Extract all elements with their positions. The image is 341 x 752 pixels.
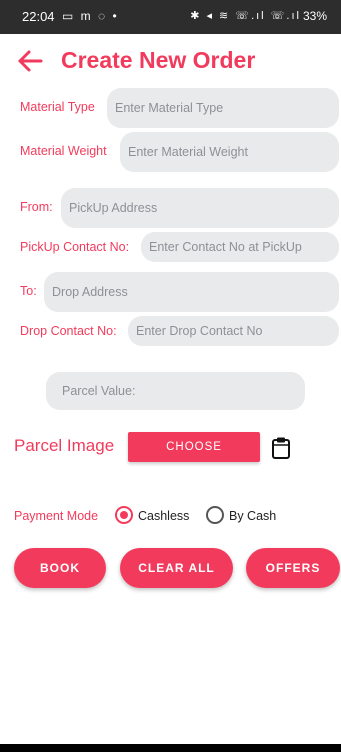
- from-label: From:: [20, 200, 53, 214]
- clipboard-icon[interactable]: [270, 436, 292, 460]
- status-bar: 22:04 ▭ m ◌ • ✱ ◂ ≋ ☏.ıl ☏.ıl 33%: [0, 0, 341, 34]
- to-row: To:: [0, 272, 341, 312]
- by-cash-radio[interactable]: [206, 506, 224, 524]
- page-title: Create New Order: [61, 47, 256, 73]
- arrow-left-icon[interactable]: [16, 47, 44, 75]
- material-weight-row: Material Weight: [0, 132, 341, 172]
- header: Create New Order: [0, 34, 341, 88]
- pickup-address-input[interactable]: [61, 188, 339, 228]
- status-time: 22:04: [22, 9, 55, 24]
- pickup-contact-label: PickUp Contact No:: [20, 240, 130, 254]
- offers-button[interactable]: OFFERS: [246, 548, 340, 588]
- drop-contact-input[interactable]: [128, 316, 339, 346]
- signal-icons: ✱ ◂ ≋ ☏.ıl ☏.ıl: [190, 10, 301, 22]
- cashless-radio[interactable]: [115, 506, 133, 524]
- clear-all-button[interactable]: CLEAR ALL: [120, 548, 233, 588]
- material-type-row: Material Type: [0, 88, 341, 128]
- choose-image-button[interactable]: CHOOSE: [128, 432, 260, 462]
- drop-contact-row: Drop Contact No:: [0, 316, 341, 346]
- battery-level: 33%: [302, 9, 327, 23]
- payment-mode-row: Payment Mode Cashless By Cash: [0, 504, 341, 528]
- payment-mode-label: Payment Mode: [14, 509, 99, 523]
- pickup-contact-input[interactable]: [141, 232, 339, 262]
- material-weight-input[interactable]: [120, 132, 339, 172]
- system-nav-bar: [0, 744, 341, 752]
- material-type-input[interactable]: [107, 88, 339, 128]
- drop-contact-label: Drop Contact No:: [20, 324, 117, 338]
- pickup-contact-row: PickUp Contact No:: [0, 232, 341, 262]
- parcel-image-label: Parcel Image: [14, 436, 115, 455]
- material-weight-label: Material Weight: [20, 144, 107, 158]
- from-row: From:: [0, 188, 341, 228]
- parcel-value-input[interactable]: [46, 372, 305, 410]
- by-cash-label[interactable]: By Cash: [229, 509, 276, 523]
- notification-icons: ▭ m ◌ •: [62, 9, 119, 23]
- material-type-label: Material Type: [20, 100, 95, 114]
- drop-address-input[interactable]: [44, 272, 339, 312]
- to-label: To:: [20, 284, 37, 298]
- book-button[interactable]: BOOK: [14, 548, 106, 588]
- cashless-label[interactable]: Cashless: [138, 509, 189, 523]
